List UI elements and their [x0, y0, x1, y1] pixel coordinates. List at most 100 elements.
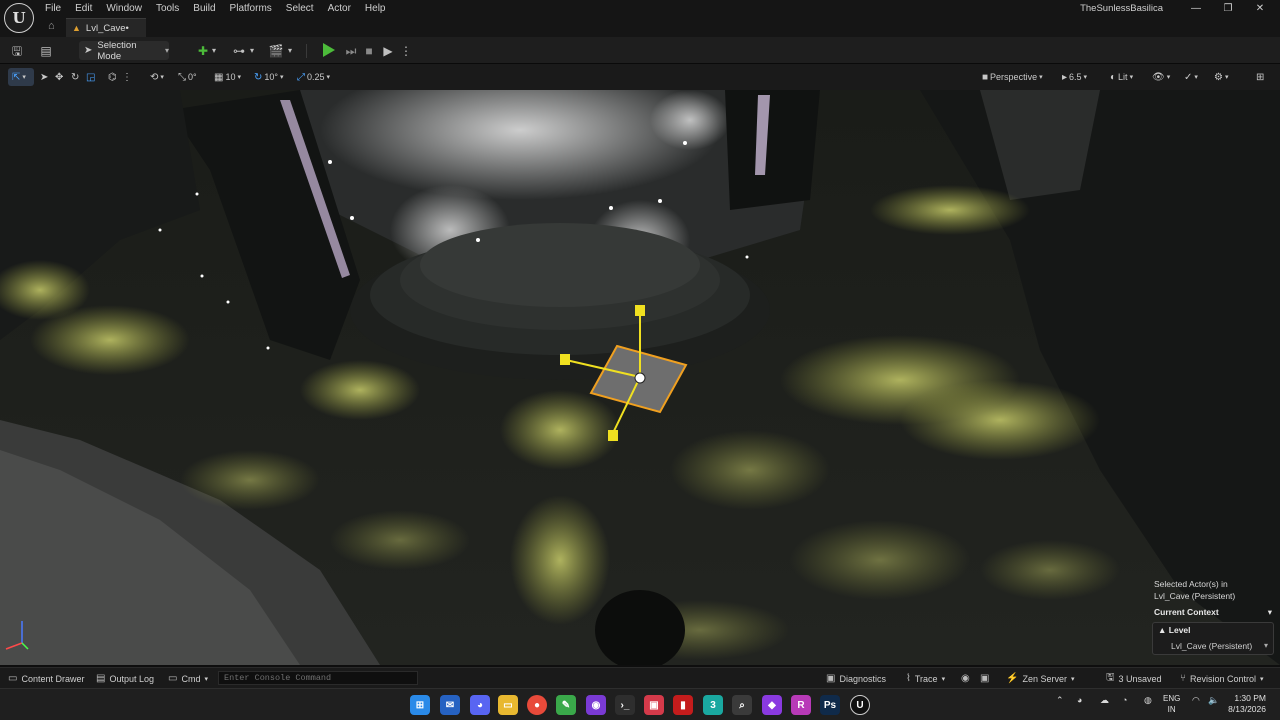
menu-tools[interactable]: Tools — [149, 3, 186, 14]
more-options-icon[interactable]: ⋮ — [398, 43, 414, 59]
home-icon[interactable]: ⌂ — [48, 20, 55, 32]
discord-tray-icon[interactable]: ◕ — [1077, 695, 1082, 705]
level-icon: ▲ — [72, 23, 81, 33]
level-dropdown[interactable]: Lvl_Cave (Persistent) — [1171, 641, 1252, 651]
gizmo-y-handle[interactable] — [608, 430, 618, 441]
cloud-icon[interactable]: ☁ — [1100, 695, 1109, 706]
translate-tool-icon[interactable]: ✥ — [55, 70, 63, 84]
save-icon[interactable]: 🖫 — [9, 43, 25, 59]
zen-server-dropdown[interactable]: ⚡ Zen Server ▾ — [1006, 672, 1075, 685]
layout-icon[interactable]: ⊞ — [1256, 70, 1264, 84]
tab-level[interactable]: ▲ Lvl_Cave• — [66, 18, 146, 37]
photoshop-icon[interactable]: Ps — [820, 695, 840, 715]
windows-taskbar: ⊞ ✉ ◕ ▭ ● ✎ ◉ ›_ ▣ ▮ 3 ⌕ ◆ R Ps U ⌃ ◕ ☁ … — [0, 688, 1280, 720]
coordinate-system-icon[interactable]: ⌬ — [108, 70, 117, 84]
language-indicator[interactable]: ENG IN — [1163, 693, 1180, 715]
app3d-icon[interactable]: 3 — [703, 695, 723, 715]
notepad-icon[interactable]: ✎ — [556, 695, 576, 715]
file-explorer-icon[interactable]: ▭ — [498, 695, 518, 715]
console-input[interactable]: Enter Console Command — [218, 671, 418, 685]
step-icon[interactable]: ⏭ — [343, 43, 359, 59]
volume-icon[interactable]: 🔈 — [1208, 695, 1219, 706]
gizmo-x-handle[interactable] — [560, 354, 570, 365]
unreal-logo[interactable]: U — [4, 3, 34, 33]
unsaved-button[interactable]: 🖫 3 Unsaved — [1106, 672, 1162, 685]
chevron-up-icon[interactable]: ⌃ — [1056, 695, 1064, 706]
rotate-tool-icon[interactable]: ↻ — [71, 70, 79, 84]
chrome-icon[interactable]: ● — [527, 695, 547, 715]
chevron-down-icon[interactable]: ▾ — [244, 43, 260, 59]
level-viewport[interactable] — [0, 90, 1280, 665]
record-icon[interactable]: ◉ — [961, 672, 970, 685]
menu-platforms[interactable]: Platforms — [223, 3, 279, 14]
diagnostics-button[interactable]: ▣ Diagnostics — [826, 672, 886, 685]
lighting-mode-dropdown[interactable]: ◐ Lit ▾ — [1110, 70, 1133, 84]
menu-build[interactable]: Build — [186, 3, 222, 14]
gizmo-z-handle[interactable] — [635, 305, 645, 316]
app-icon[interactable]: ▮ — [673, 695, 693, 715]
angle-snap-toggle[interactable]: ↻ 10° ▾ — [254, 70, 284, 84]
realtime-icon[interactable]: ✓ ▾ — [1184, 70, 1198, 84]
camera-speed-dropdown[interactable]: ▸ 6.5 ▾ — [1062, 70, 1087, 84]
current-context-header[interactable]: Current Context ▾ — [1150, 607, 1276, 620]
show-flags-icon[interactable]: 👁 ▾ — [1152, 70, 1170, 84]
main-toolbar: 🖫 ▤ ➤ Selection Mode ▾ ✚ ▾ ⊶ ▾ 🎬 ▾ ⏭ ■ ▶… — [0, 37, 1280, 64]
scale-snap-toggle[interactable]: ⤢ 0.25 ▾ — [297, 70, 330, 84]
menu-file[interactable]: File — [38, 3, 68, 14]
close-button[interactable]: ✕ — [1244, 1, 1276, 16]
search-icon[interactable]: ⌕ — [732, 695, 752, 715]
outlook-icon[interactable]: ✉ — [440, 695, 460, 715]
menu-select[interactable]: Select — [279, 3, 321, 14]
actor-pivot-icon[interactable] — [634, 372, 646, 384]
launch-icon[interactable]: ▶ — [380, 43, 396, 59]
scale-tool-icon[interactable]: ◲ — [86, 70, 95, 84]
content-drawer-button[interactable]: ▭ Content Drawer — [8, 672, 84, 685]
app-tray-icon[interactable]: ◍ — [1144, 695, 1152, 706]
photos-icon[interactable]: ▣ — [644, 695, 664, 715]
rotate-snap-toggle[interactable]: ⤡ 0° — [178, 70, 197, 84]
clock-date: 8/13/2026 — [1228, 704, 1266, 714]
security-icon[interactable]: ◔ — [1122, 695, 1127, 705]
transform-gizmo[interactable] — [0, 90, 1280, 665]
stop-icon[interactable]: ■ — [361, 43, 377, 59]
trace-dropdown[interactable]: ⌇ Trace ▾ — [906, 672, 945, 685]
minimize-button[interactable]: — — [1180, 1, 1212, 16]
chevron-down-icon[interactable]: ▾ — [282, 43, 298, 59]
play-icon[interactable] — [323, 43, 335, 57]
menu-window[interactable]: Window — [99, 3, 149, 14]
maximize-button[interactable]: ❐ — [1212, 1, 1244, 16]
surface-snap-icon[interactable]: ⟲ ▾ — [150, 70, 164, 84]
perspective-dropdown[interactable]: ■ Perspective ▾ — [982, 70, 1043, 84]
select-tool-icon[interactable]: ➤ — [40, 70, 48, 84]
github-icon[interactable]: ◉ — [586, 695, 606, 715]
menu-help[interactable]: Help — [358, 3, 393, 14]
output-log-button[interactable]: ▤ Output Log — [96, 672, 154, 685]
grid-snap-toggle[interactable]: ▦ 10 ▾ — [214, 70, 241, 84]
viewport-menu-icon[interactable]: ⇱ ▾ — [12, 70, 26, 84]
windows-start-icon[interactable]: ⊞ — [410, 695, 430, 715]
wifi-icon[interactable]: ◠ — [1192, 695, 1200, 706]
clock[interactable]: 1:30 PM 8/13/2026 — [1228, 693, 1266, 715]
chevron-down-icon[interactable]: ▾ — [1264, 641, 1268, 650]
lighting-mode-label: Lit — [1118, 72, 1128, 82]
project-name: TheSunlessBasilica — [1080, 3, 1163, 14]
selection-mode-dropdown[interactable]: ➤ Selection Mode ▾ — [79, 40, 169, 62]
terminal-icon[interactable]: ›_ — [615, 695, 635, 715]
unreal-engine-icon[interactable]: U — [850, 695, 870, 715]
screenshot-icon[interactable]: ▣ — [980, 672, 989, 685]
grid-snap-value: 10 — [225, 72, 236, 82]
chevron-down-icon[interactable]: ▾ — [206, 43, 222, 59]
rider-icon[interactable]: R — [791, 695, 811, 715]
more-tools-icon[interactable]: ⋮ — [122, 70, 132, 84]
tab-row: ⌂ ▲ Lvl_Cave• — [0, 17, 1280, 37]
settings-icon[interactable]: ⚙ ▾ — [1214, 70, 1228, 84]
cmd-dropdown[interactable]: ▭ Cmd ▾ — [168, 672, 208, 685]
discord-icon[interactable]: ◕ — [470, 695, 490, 715]
menu-edit[interactable]: Edit — [68, 3, 99, 14]
rotate-snap-value: 0° — [188, 72, 197, 82]
revision-control-dropdown[interactable]: ⑂ Revision Control ▾ — [1180, 672, 1264, 685]
menu-actor[interactable]: Actor — [321, 3, 358, 14]
visual-studio-icon[interactable]: ◆ — [762, 695, 782, 715]
zen-icon: ⚡ — [1006, 673, 1019, 684]
content-browser-icon[interactable]: ▤ — [38, 43, 54, 59]
